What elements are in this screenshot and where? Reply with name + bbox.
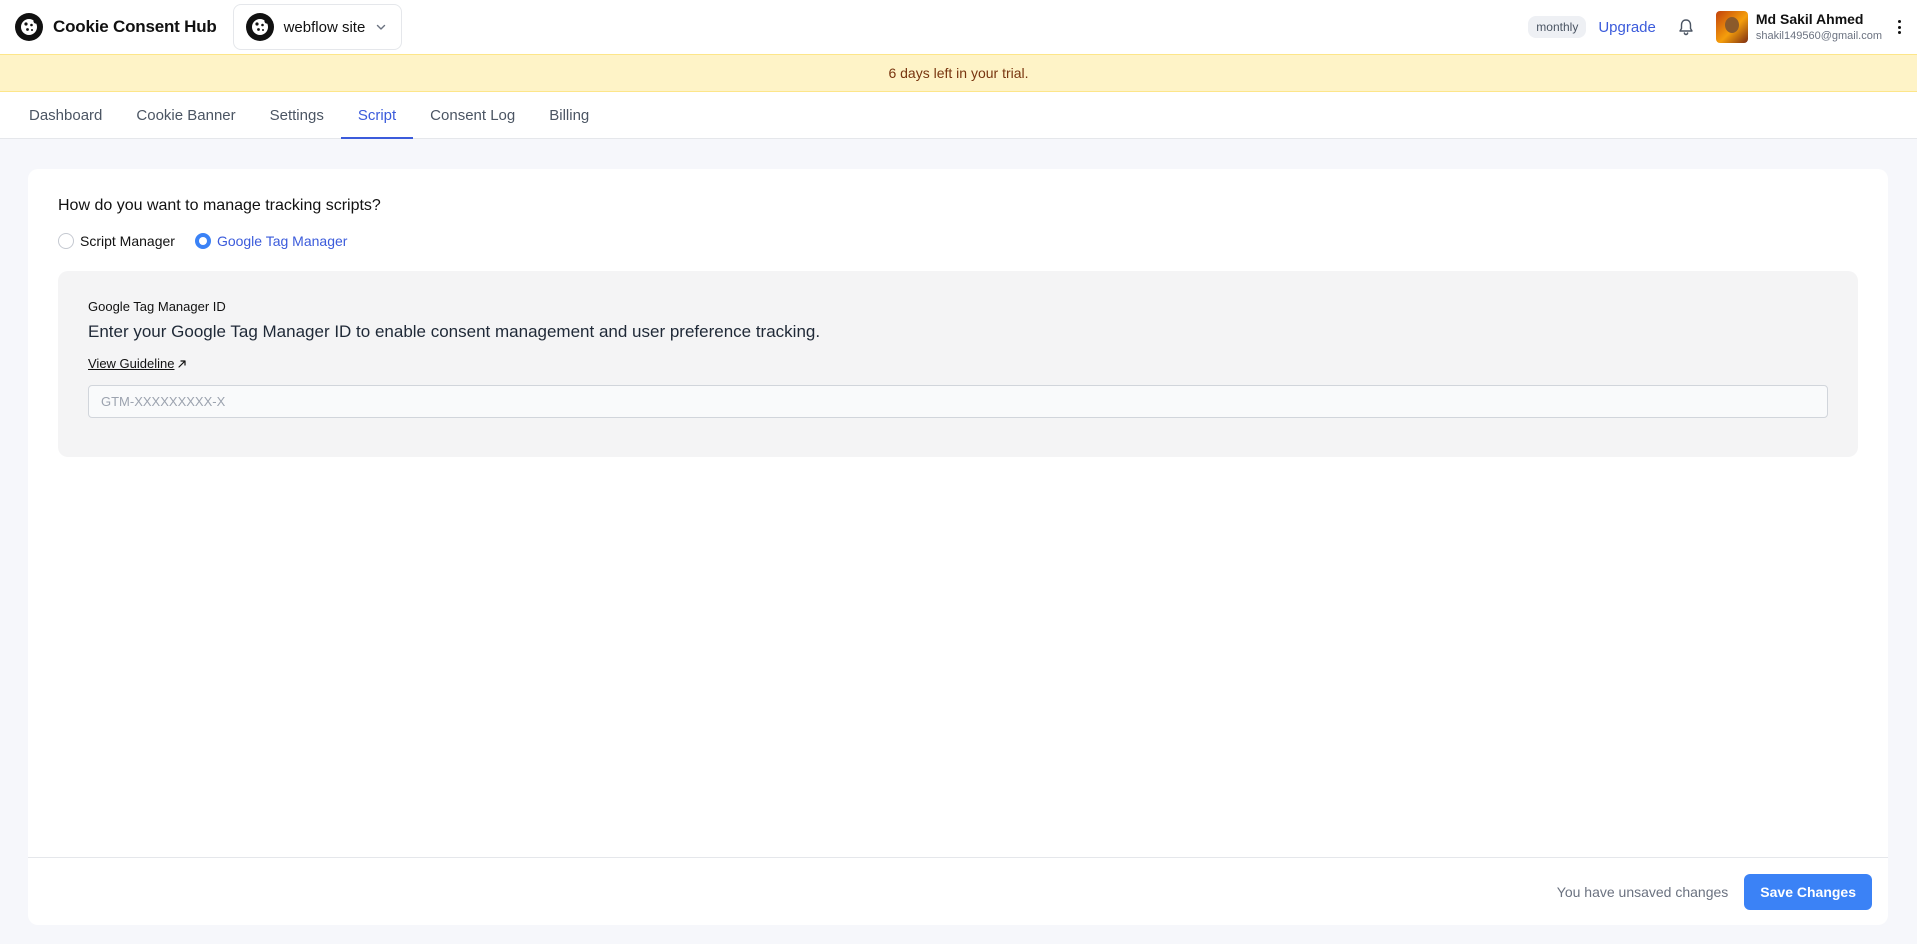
trial-text: 6 days left in your trial. bbox=[888, 65, 1029, 81]
gtm-description: Enter your Google Tag Manager ID to enab… bbox=[88, 322, 821, 341]
plan-badge: monthly bbox=[1528, 16, 1587, 38]
tab-cookie-banner[interactable]: Cookie Banner bbox=[119, 92, 252, 138]
radio-script-manager[interactable]: Script Manager bbox=[58, 233, 175, 249]
script-settings-card: How do you want to manage tracking scrip… bbox=[28, 169, 1888, 925]
gtm-id-input[interactable] bbox=[88, 385, 1828, 418]
cookie-logo-icon bbox=[15, 13, 43, 41]
tab-settings[interactable]: Settings bbox=[253, 92, 341, 138]
radio-circle[interactable] bbox=[194, 233, 211, 249]
tab-consent-log[interactable]: Consent Log bbox=[413, 92, 532, 138]
external-link-icon bbox=[178, 359, 187, 368]
guideline-label: View Guideline bbox=[88, 356, 175, 371]
radio-google-tag-manager[interactable]: Google Tag Manager bbox=[194, 233, 348, 249]
brand[interactable]: Cookie Consent Hub bbox=[15, 13, 217, 41]
section-question: How do you want to manage tracking scrip… bbox=[58, 197, 381, 214]
tab-billing[interactable]: Billing bbox=[532, 92, 606, 138]
save-changes-button[interactable]: Save Changes bbox=[1744, 873, 1872, 910]
nav-tabs: Dashboard Cookie Banner Settings Script … bbox=[0, 92, 1917, 139]
radio-label: Script Manager bbox=[80, 233, 175, 249]
script-mode-radio-group: Script Manager Google Tag Manager bbox=[58, 233, 347, 249]
radio-label: Google Tag Manager bbox=[216, 233, 348, 249]
brand-name: Cookie Consent Hub bbox=[53, 17, 217, 36]
card-footer: You have unsaved changes Save Changes bbox=[28, 857, 1888, 925]
site-selector[interactable]: webflow site bbox=[232, 4, 403, 50]
gtm-id-label: Google Tag Manager ID bbox=[88, 299, 226, 314]
view-guideline-link[interactable]: View Guideline bbox=[88, 356, 187, 371]
avatar[interactable] bbox=[1715, 11, 1748, 43]
top-header: Cookie Consent Hub webflow site monthly … bbox=[0, 0, 1917, 54]
tab-dashboard[interactable]: Dashboard bbox=[12, 92, 119, 138]
user-name: Md Sakil Ahmed bbox=[1755, 11, 1864, 28]
user-email: shakil149560@gmail.com bbox=[1755, 29, 1882, 42]
cookie-site-icon bbox=[245, 13, 274, 41]
gtm-panel: Google Tag Manager ID Enter your Google … bbox=[58, 271, 1858, 457]
site-name: webflow site bbox=[283, 18, 366, 36]
chevron-down-icon bbox=[377, 24, 386, 30]
user-info[interactable]: Md Sakil Ahmed shakil149560@gmail.com bbox=[1755, 11, 1882, 42]
more-menu-icon[interactable] bbox=[1896, 19, 1902, 35]
tab-script[interactable]: Script bbox=[340, 92, 414, 139]
header-actions: monthly Upgrade Md Sakil Ahmed shakil149… bbox=[1528, 11, 1902, 43]
upgrade-link[interactable]: Upgrade bbox=[1598, 19, 1656, 36]
trial-banner: 6 days left in your trial. bbox=[0, 54, 1917, 92]
unsaved-changes-text: You have unsaved changes bbox=[1556, 883, 1729, 900]
bell-icon[interactable] bbox=[1676, 17, 1696, 37]
radio-circle[interactable] bbox=[58, 233, 74, 249]
